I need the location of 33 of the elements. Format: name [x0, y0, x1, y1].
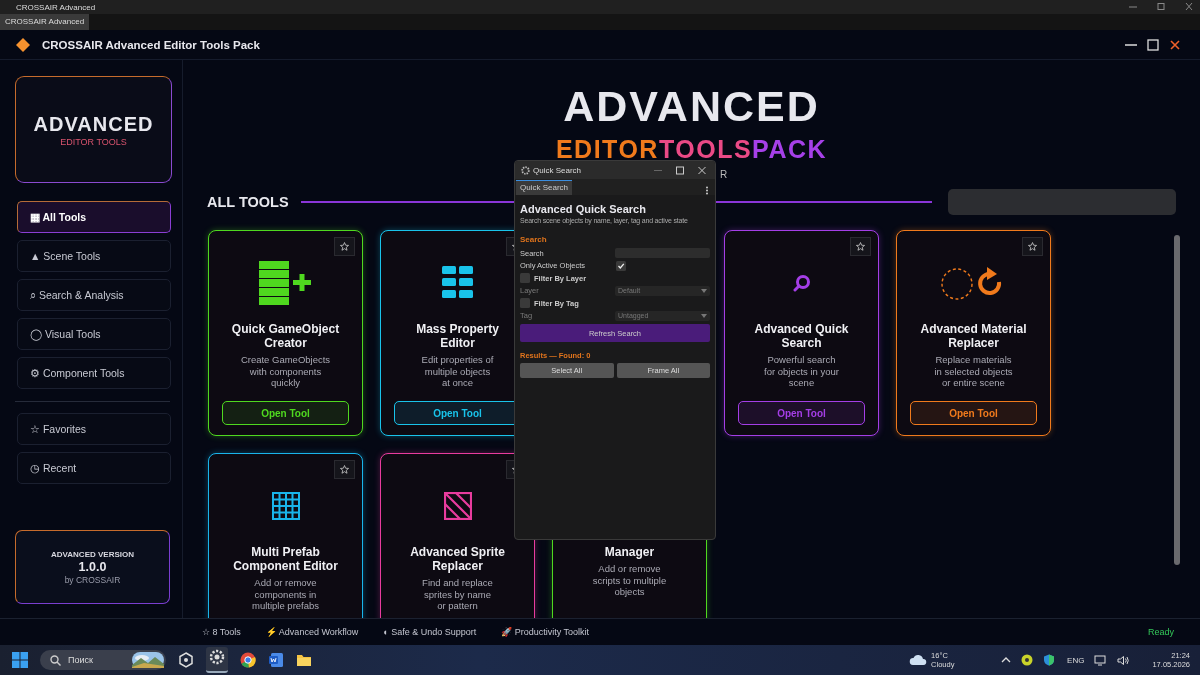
- version-number: 1.0.0: [78, 559, 107, 574]
- tool-description: Replace materials in selected objects or entire scene: [934, 354, 1013, 389]
- window-title: CROSSAIR Advanced: [16, 2, 96, 12]
- tool-title: Advanced Material Replacer: [920, 322, 1027, 350]
- tool-title: Advanced Quick Search: [754, 322, 849, 350]
- tool-description: Add or remove components in multiple prefabs: [251, 577, 320, 612]
- window-title: Quick Search: [533, 165, 583, 175]
- logo-title: ADVANCED: [33, 112, 154, 136]
- hero-title: ADVANCED: [563, 82, 820, 130]
- tool-title: Quick GameObject Creator: [231, 322, 340, 350]
- tool-title: Mass Property Editor: [416, 322, 499, 350]
- tool-description: Edit properties of multiple objects at once: [421, 354, 494, 389]
- hero-byline: R: [719, 169, 728, 180]
- status-item: ☆ 8 Tools: [202, 627, 241, 637]
- hero-subtitle: EDITORTOOLSPACK: [555, 134, 828, 164]
- tool-description: Powerful search for objects in your scene: [764, 354, 839, 389]
- tool-title: Multi Prefab Component Editor: [233, 545, 338, 573]
- tool-title: Manager: [604, 545, 655, 559]
- app-title: CROSSAIR Advanced Editor Tools Pack: [42, 38, 260, 51]
- status-text: Ready: [1148, 627, 1174, 637]
- logo-subtitle: EDITOR TOOLS: [60, 136, 127, 147]
- status-item: ⚡ Advanced Workflow: [265, 627, 359, 637]
- status-item: 🚀 Productivity Toolkit: [501, 627, 590, 637]
- tool-description: Create GameObjects with components quickly: [240, 354, 331, 389]
- version-author: by CROSSAIR: [64, 574, 121, 585]
- section-title: ALL TOOLS: [207, 194, 289, 210]
- panel-heading: Advanced Quick Search: [520, 203, 647, 216]
- tool-description: Find and replace sprites by name or pattern: [422, 577, 493, 612]
- section-heading: Search: [520, 235, 548, 244]
- status-item: ◐ Safe & Undo Support: [383, 627, 477, 637]
- tool-description: Add or remove scripts to multiple objects: [592, 563, 667, 598]
- tool-title: Advanced Sprite Replacer: [410, 545, 505, 573]
- version-label: ADVANCED VERSION: [51, 549, 134, 559]
